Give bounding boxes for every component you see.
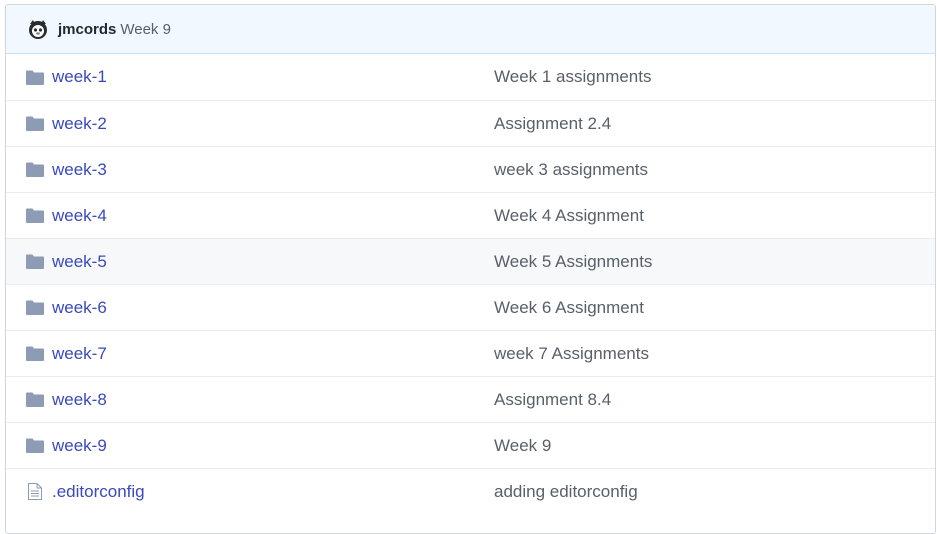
commit-message-link[interactable]: Week 1 assignments bbox=[494, 67, 651, 87]
file-name-link[interactable]: week-8 bbox=[52, 390, 107, 410]
file-row[interactable]: week-7 week 7 Assignments bbox=[6, 330, 935, 376]
avatar[interactable] bbox=[26, 17, 50, 41]
file-name-link[interactable]: week-5 bbox=[52, 252, 107, 272]
file-browser: jmcords Week 9 week-1 Week 1 assignments w… bbox=[5, 4, 936, 534]
latest-commit-bar: jmcords Week 9 bbox=[6, 5, 935, 54]
file-name-link[interactable]: week-1 bbox=[52, 67, 107, 87]
file-name-link[interactable]: week-3 bbox=[52, 160, 107, 180]
folder-icon bbox=[26, 438, 44, 454]
commit-author-link[interactable]: jmcords bbox=[58, 21, 116, 38]
file-row[interactable]: .editorconfig adding editorconfig bbox=[6, 468, 935, 514]
file-name-link[interactable]: .editorconfig bbox=[52, 482, 145, 502]
commit-message-link[interactable]: Week 9 bbox=[120, 21, 171, 38]
commit-message-link[interactable]: Week 9 bbox=[494, 436, 551, 456]
file-row[interactable]: week-5 Week 5 Assignments bbox=[6, 238, 935, 284]
commit-message-link[interactable]: adding editorconfig bbox=[494, 482, 638, 502]
file-name-link[interactable]: week-9 bbox=[52, 436, 107, 456]
commit-message-link[interactable]: Week 4 Assignment bbox=[494, 206, 644, 226]
file-row[interactable]: week-9 Week 9 bbox=[6, 422, 935, 468]
file-row[interactable]: week-4 Week 4 Assignment bbox=[6, 192, 935, 238]
file-name-link[interactable]: week-7 bbox=[52, 344, 107, 364]
folder-icon bbox=[26, 116, 44, 132]
file-row[interactable]: week-1 Week 1 assignments bbox=[6, 54, 935, 100]
commit-message-link[interactable]: Week 6 Assignment bbox=[494, 298, 644, 318]
file-row[interactable]: week-6 Week 6 Assignment bbox=[6, 284, 935, 330]
file-list: week-1 Week 1 assignments week-2 Assignment… bbox=[6, 54, 935, 514]
commit-message-link[interactable]: Week 5 Assignments bbox=[494, 252, 652, 272]
commit-message-link[interactable]: Assignment 8.4 bbox=[494, 390, 611, 410]
file-name-link[interactable]: week-6 bbox=[52, 298, 107, 318]
file-row[interactable]: week-3 week 3 assignments bbox=[6, 146, 935, 192]
folder-icon bbox=[26, 254, 44, 270]
commit-message-link[interactable]: week 7 Assignments bbox=[494, 344, 649, 364]
folder-icon bbox=[26, 392, 44, 408]
file-row[interactable]: week-8 Assignment 8.4 bbox=[6, 376, 935, 422]
file-name-link[interactable]: week-4 bbox=[52, 206, 107, 226]
folder-icon bbox=[26, 300, 44, 316]
folder-icon bbox=[26, 346, 44, 362]
folder-icon bbox=[26, 208, 44, 224]
file-icon bbox=[26, 483, 44, 500]
file-name-link[interactable]: week-2 bbox=[52, 114, 107, 134]
folder-icon bbox=[26, 162, 44, 178]
folder-icon bbox=[26, 69, 44, 85]
commit-message-link[interactable]: week 3 assignments bbox=[494, 160, 648, 180]
commit-message-link[interactable]: Assignment 2.4 bbox=[494, 114, 611, 134]
file-row[interactable]: week-2 Assignment 2.4 bbox=[6, 100, 935, 146]
